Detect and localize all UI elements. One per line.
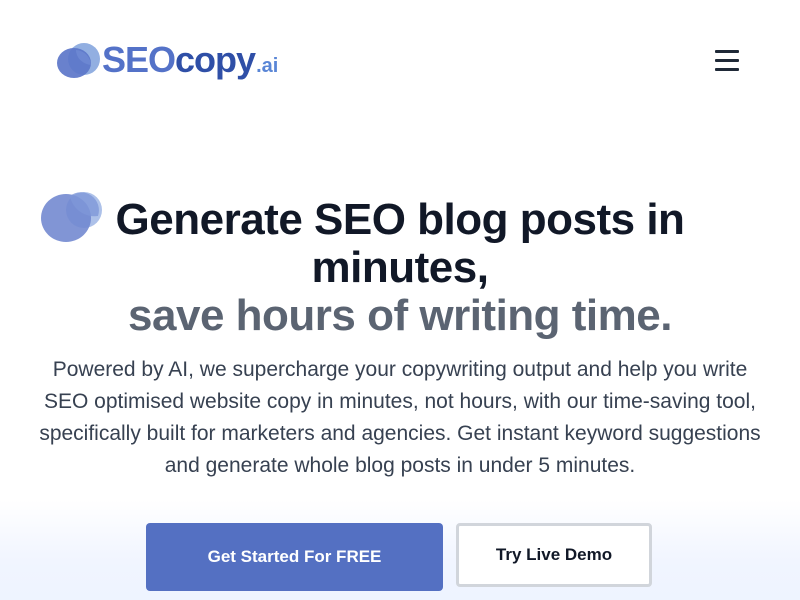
hero-subtext: Powered by AI, we supercharge your copyw… (39, 358, 761, 477)
hamburger-menu-button[interactable] (708, 44, 746, 76)
get-started-button[interactable]: Get Started For FREE (146, 523, 443, 591)
headline-line-2: minutes, (311, 243, 489, 292)
headline-line-1: Generate SEO blog posts in (115, 195, 685, 244)
hero-headline: Generate SEO blog posts in minutes, save… (0, 196, 800, 340)
headline-line-3: save hours of writing time. (128, 291, 672, 340)
logo-ai-text: .ai (256, 55, 279, 77)
logo-copy-text: copy (175, 39, 256, 80)
site-header: SEO copy .ai (0, 0, 800, 120)
logo-wordmark: SEO copy .ai (102, 39, 278, 81)
page: SEO copy .ai Generate SEO blog posts in mi… (0, 0, 800, 600)
seocopy-logo[interactable]: SEO copy .ai (56, 38, 278, 82)
logo-seo-text: SEO (102, 39, 176, 80)
logo-mark-icon (56, 40, 102, 80)
try-live-demo-button[interactable]: Try Live Demo (456, 523, 652, 587)
cta-row: Get Started For FREE Try Live Demo (146, 523, 656, 593)
